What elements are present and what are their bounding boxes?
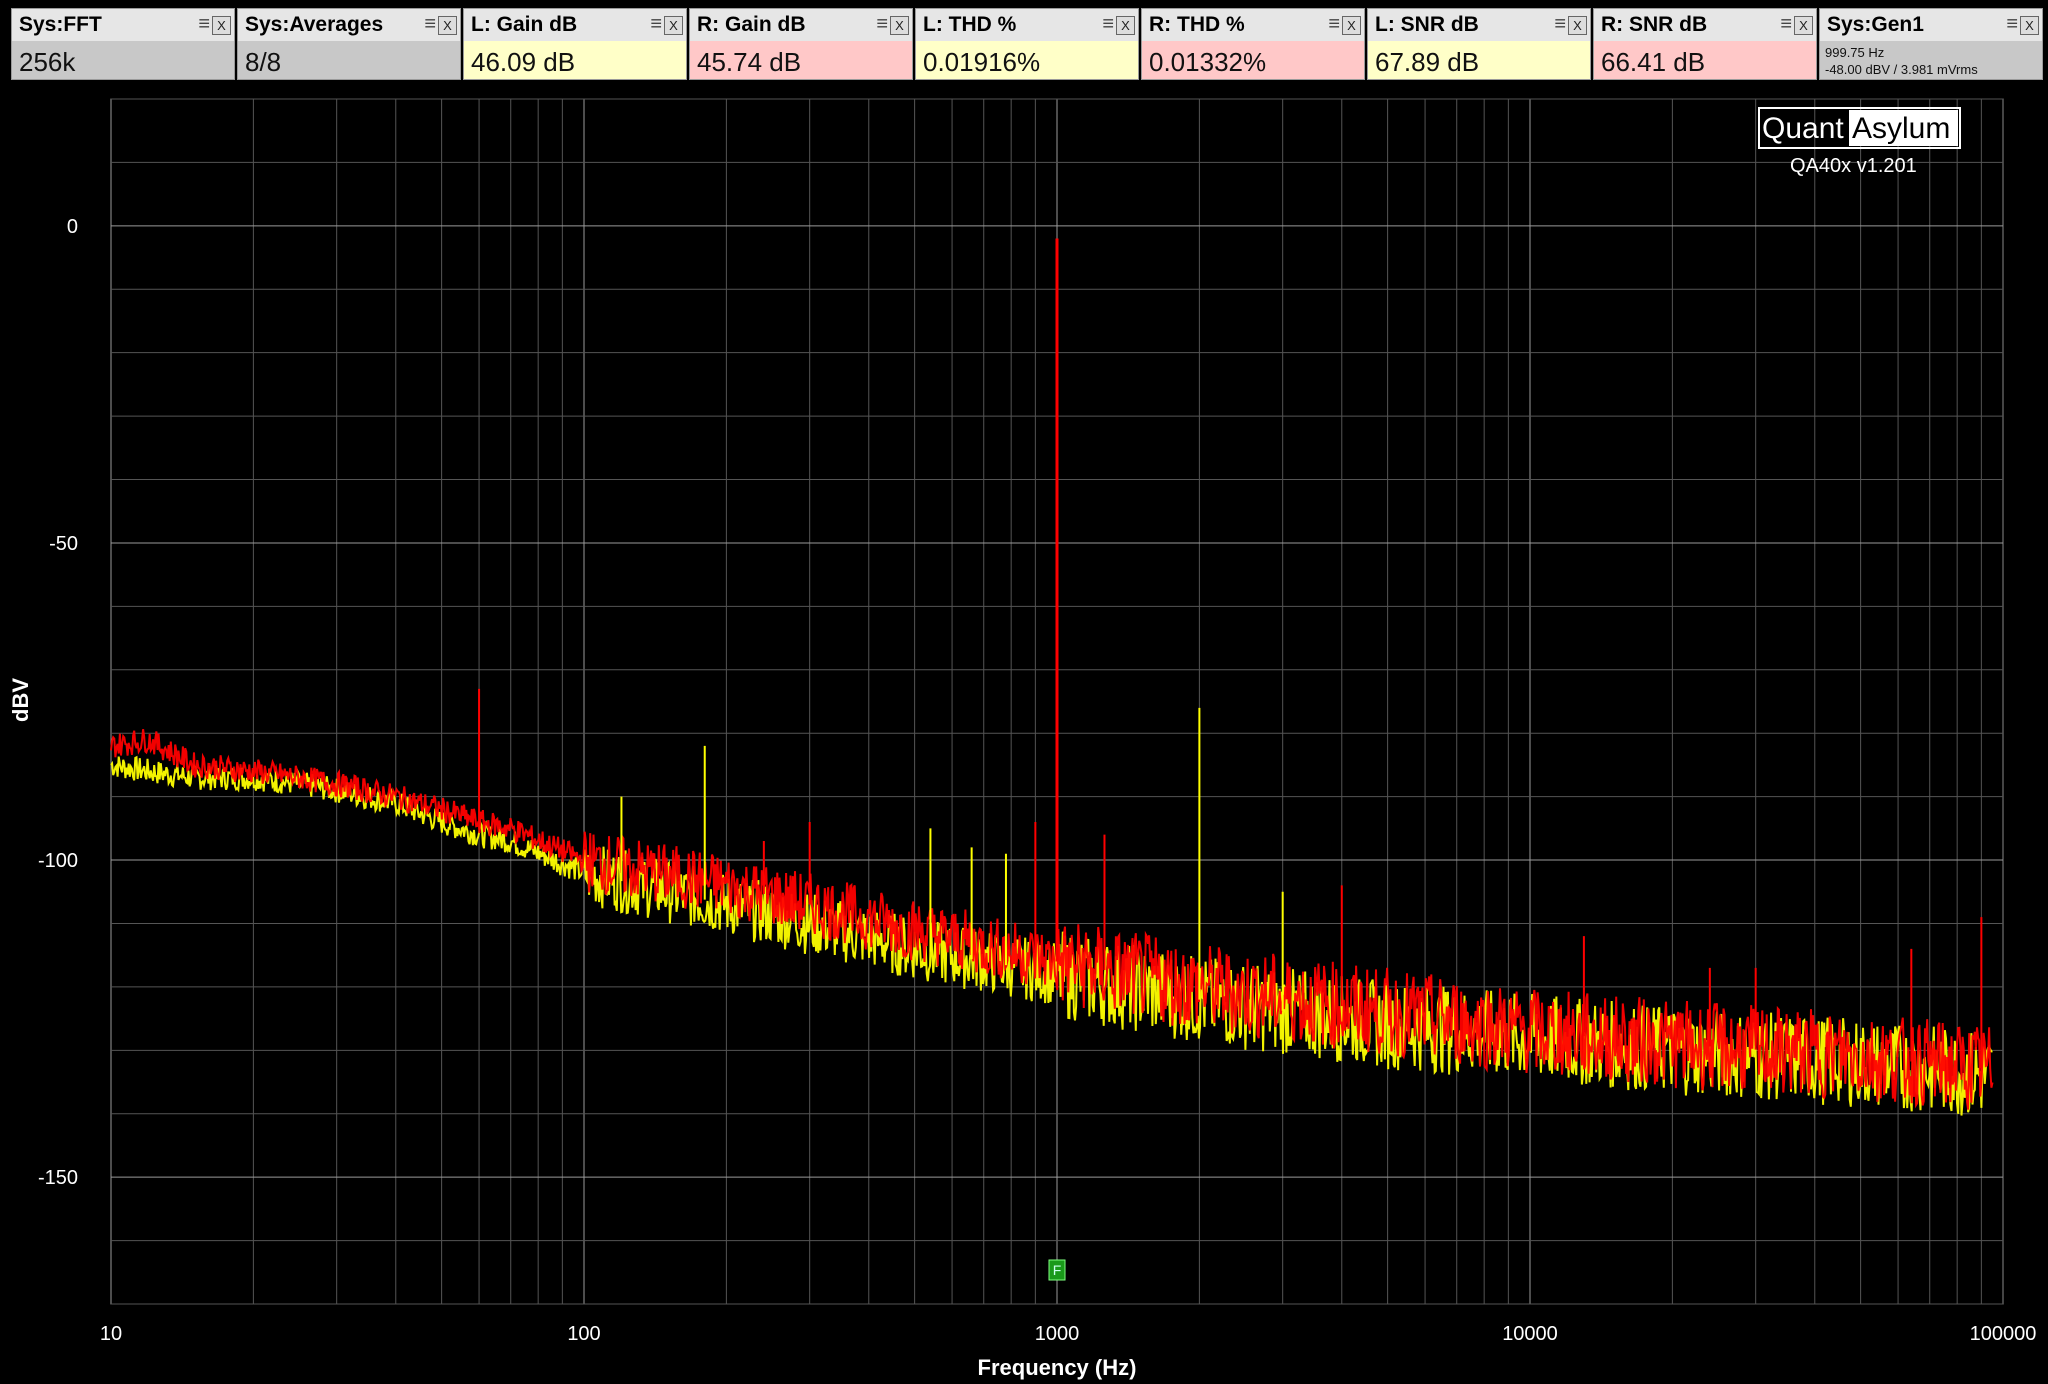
fft-plot: 10 100 1000 10000 100000 0 -50 -100 -150 Frequen…	[8, 98, 2037, 1380]
y-tick-label: -100	[38, 850, 78, 872]
logo-right-text: Asylum	[1852, 112, 1950, 145]
x-tick-label: 10000	[1502, 1323, 1558, 1345]
y-tick-label: -50	[49, 533, 78, 555]
marker-label: F	[1053, 1262, 1062, 1278]
x-axis-label: Frequency (Hz)	[978, 1355, 1137, 1380]
logo-left-text: Quant	[1762, 112, 1844, 145]
version-text: QA40x v1.201	[1790, 155, 1917, 177]
y-axis-label: dBV	[8, 678, 33, 722]
x-tick-label: 10	[100, 1323, 122, 1345]
y-tick-label: -150	[38, 1167, 78, 1189]
x-tick-label: 100	[567, 1323, 600, 1345]
y-tick-label: 0	[67, 216, 78, 238]
x-tick-label: 1000	[1035, 1323, 1080, 1345]
x-tick-label: 100000	[1970, 1323, 2037, 1345]
frequency-marker[interactable]: F	[1048, 1259, 1066, 1281]
